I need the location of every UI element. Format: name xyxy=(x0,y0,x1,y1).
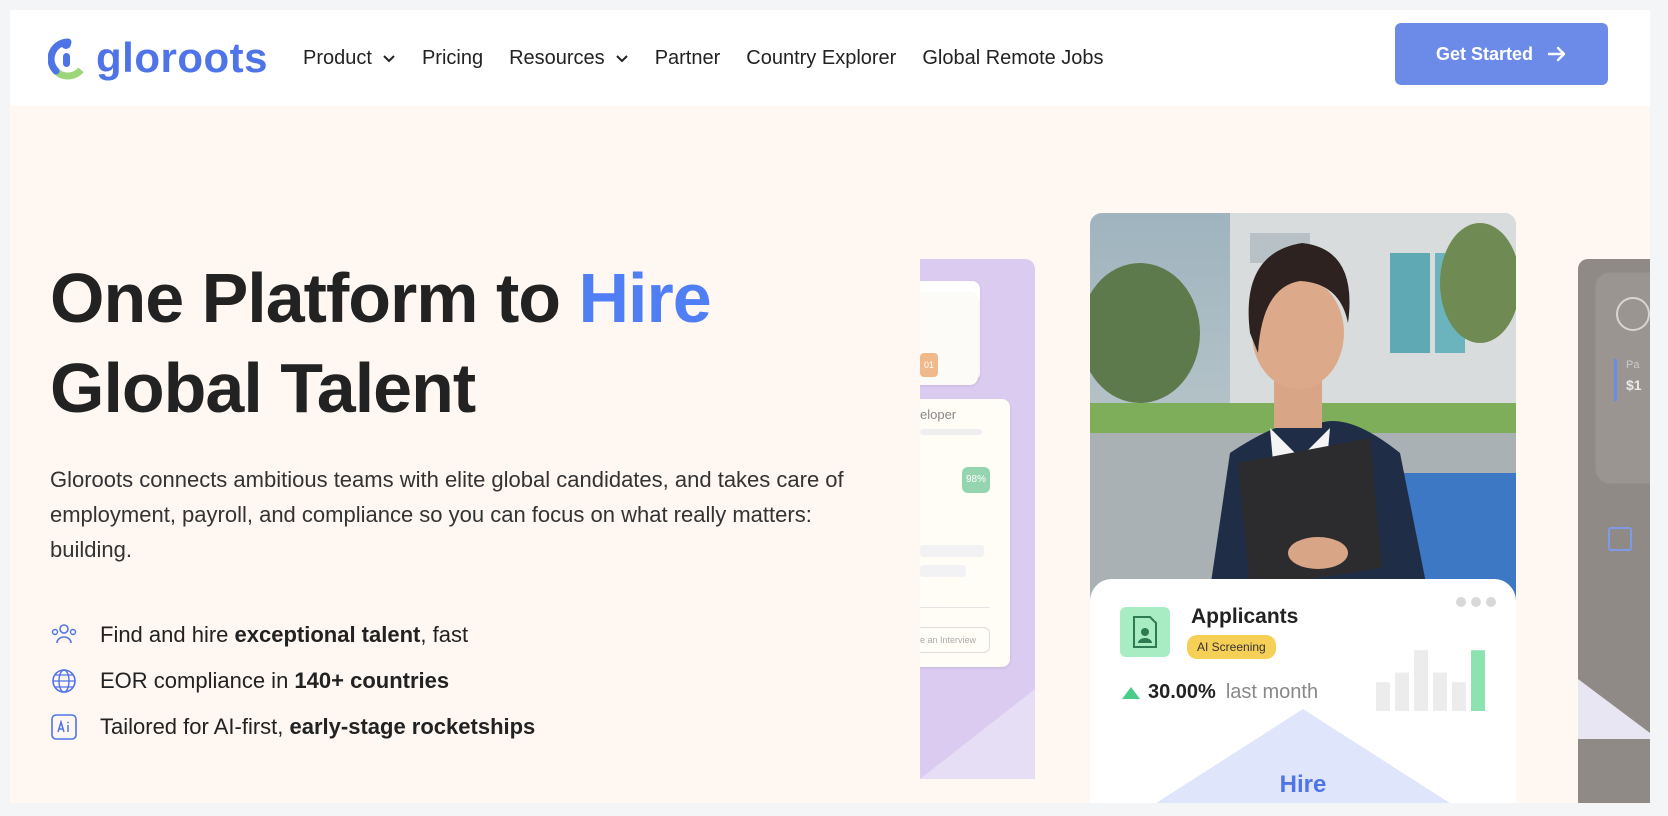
match-score-badge: 98% xyxy=(962,467,990,493)
get-started-label: Get Started xyxy=(1435,43,1534,64)
nav-resources[interactable]: Resources xyxy=(509,47,629,70)
payroll-label: Pa xyxy=(1626,359,1640,371)
nav-product-label: Product xyxy=(303,46,372,69)
arrow-right-icon xyxy=(1547,46,1566,62)
placeholder-line xyxy=(920,545,984,557)
logo-mark-icon xyxy=(48,38,89,80)
applicants-bar-chart xyxy=(1376,650,1485,711)
hero-title: One Platform to Hire Global Talent xyxy=(50,253,712,433)
hero-carousel: 01 eloper 98% e an Interview Applicants … xyxy=(920,106,1650,803)
growth-value: 30.00% xyxy=(1148,681,1216,703)
feature-item-compliance: EOR compliance in 140+ countries xyxy=(50,658,535,704)
hire-label: Hire xyxy=(1279,771,1327,798)
get-started-button[interactable]: Get Started xyxy=(1395,23,1608,85)
divider xyxy=(920,607,990,608)
nav-resources-label: Resources xyxy=(509,46,605,69)
nav-country-explorer[interactable]: Country Explorer xyxy=(746,47,896,70)
main-nav: Product Pricing Resources Partner Countr… xyxy=(303,10,1130,106)
placeholder-line xyxy=(920,429,982,435)
hero-title-part1: One Platform to xyxy=(50,259,579,337)
accent-bar xyxy=(1614,359,1617,401)
chevron-down-icon xyxy=(615,55,628,63)
placeholder-line xyxy=(920,565,966,577)
schedule-interview-button[interactable]: e an Interview xyxy=(920,627,990,653)
nav-partner[interactable]: Partner xyxy=(655,47,721,70)
globe-icon xyxy=(50,667,78,695)
ai-screening-badge: AI Screening xyxy=(1187,635,1276,659)
nav-country-explorer-label: Country Explorer xyxy=(746,46,897,69)
user-icon xyxy=(1616,297,1650,331)
feature-item-talent: Find and hire exceptional talent, fast xyxy=(50,612,535,658)
logo-text: gloroots xyxy=(96,34,268,81)
bar xyxy=(1471,650,1485,711)
hero-title-accent: Hire xyxy=(578,259,711,337)
feature-text: Tailored for AI-first, early-stage rocke… xyxy=(100,714,536,739)
applicants-title: Applicants xyxy=(1191,605,1299,628)
people-icon xyxy=(50,621,78,649)
nav-global-remote-jobs[interactable]: Global Remote Jobs xyxy=(922,47,1103,70)
applicants-widget: Applicants AI Screening 30.00% last mont… xyxy=(1090,579,1516,803)
feature-text: EOR compliance in 140+ countries xyxy=(100,668,450,693)
nav-product[interactable]: Product xyxy=(303,47,396,70)
candidate-role: eloper xyxy=(920,407,957,422)
candidate-photo xyxy=(1090,213,1516,603)
bar xyxy=(1376,682,1390,711)
card-decoration xyxy=(1578,679,1650,739)
carousel-card-payroll[interactable]: Pa $1 xyxy=(1578,259,1650,803)
bar xyxy=(1414,650,1428,711)
applicants-growth-stat: 30.00% last month xyxy=(1122,681,1318,704)
calendar-icon xyxy=(1608,527,1632,551)
carousel-card-interview[interactable]: 01 eloper 98% e an Interview xyxy=(920,259,1035,779)
card-decoration xyxy=(920,689,1035,779)
trend-up-icon xyxy=(1122,686,1140,699)
bar xyxy=(1452,682,1466,711)
hero-description: Gloroots connects ambitious teams with e… xyxy=(50,467,844,562)
nav-global-remote-jobs-label: Global Remote Jobs xyxy=(922,46,1104,69)
candidate-card: eloper 98% e an Interview xyxy=(920,399,1010,667)
payroll-amount: $1 xyxy=(1626,377,1642,393)
bar xyxy=(1433,672,1447,711)
hero-title-line2: Global Talent xyxy=(50,349,476,427)
feature-list: Find and hire exceptional talent, fast E… xyxy=(50,612,535,750)
nav-pricing-label: Pricing xyxy=(421,46,484,69)
page-frame: gloroots Product Pricing Resources Partn… xyxy=(10,10,1650,803)
nav-pricing[interactable]: Pricing xyxy=(422,47,483,70)
applicant-document-icon xyxy=(1120,607,1170,657)
more-options-icon[interactable] xyxy=(1451,597,1496,607)
growth-label: last month xyxy=(1225,681,1319,703)
ai-icon xyxy=(50,713,78,741)
nav-partner-label: Partner xyxy=(654,46,721,69)
feature-item-ai: Tailored for AI-first, early-stage rocke… xyxy=(50,704,535,750)
site-header: gloroots Product Pricing Resources Partn… xyxy=(10,10,1650,106)
rank-badge: 01 xyxy=(920,353,938,377)
logo[interactable]: gloroots xyxy=(48,32,268,84)
chevron-down-icon xyxy=(383,55,395,63)
carousel-card-hire[interactable]: Applicants AI Screening 30.00% last mont… xyxy=(1090,213,1516,803)
feature-text: Find and hire exceptional talent, fast xyxy=(100,622,469,647)
bar xyxy=(1395,672,1409,711)
